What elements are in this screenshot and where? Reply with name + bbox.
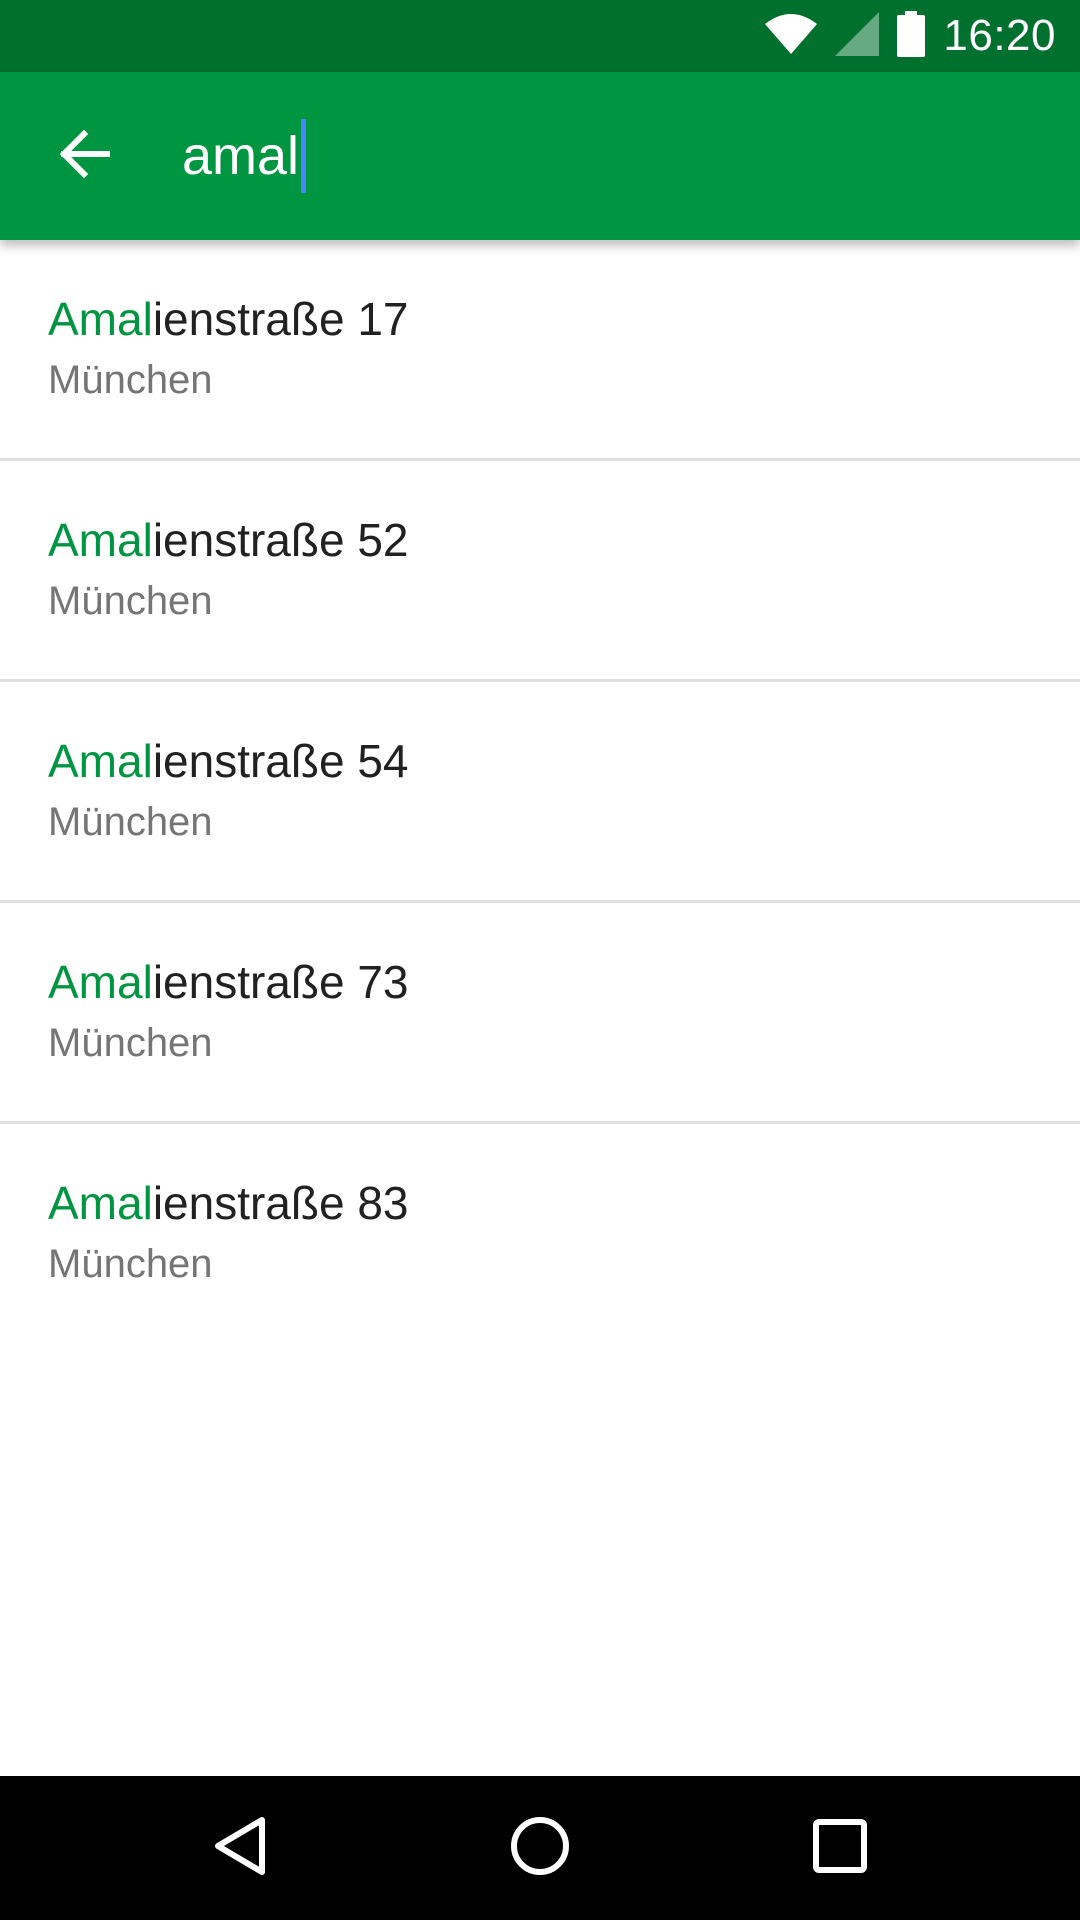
status-bar: 16:20 — [0, 0, 1080, 72]
navigation-bar — [0, 1776, 1080, 1920]
result-city: München — [48, 579, 213, 623]
results-list: Amalienstraße 17 München Amalienstraße 5… — [0, 240, 1080, 1342]
result-title: Amalienstraße 83 — [48, 1176, 409, 1230]
nav-recents-button[interactable] — [790, 1798, 890, 1898]
result-city: München — [48, 1242, 213, 1286]
recents-square-icon — [812, 1818, 868, 1879]
result-title: Amalienstraße 73 — [48, 955, 409, 1009]
search-app-bar: amal — [0, 72, 1080, 240]
search-query-text[interactable]: amal — [182, 129, 299, 183]
list-item[interactable]: Amalienstraße 54 München — [0, 682, 1080, 903]
list-item[interactable]: Amalienstraße 17 München — [0, 240, 1080, 461]
cell-signal-icon — [835, 11, 880, 61]
home-circle-icon — [510, 1816, 570, 1881]
wifi-icon — [765, 13, 818, 59]
result-title-match: Amal — [48, 735, 153, 787]
result-title-rest: ienstraße 17 — [152, 293, 409, 345]
result-title: Amalienstraße 52 — [48, 513, 409, 567]
list-item[interactable]: Amalienstraße 83 München — [0, 1124, 1080, 1342]
battery-icon — [897, 10, 926, 62]
result-title: Amalienstraße 54 — [48, 734, 409, 788]
text-caret — [301, 119, 307, 193]
status-icons: 16:20 — [765, 0, 1056, 72]
result-title-rest: ienstraße 73 — [152, 956, 409, 1008]
list-item[interactable]: Amalienstraße 73 München — [0, 903, 1080, 1124]
search-input[interactable]: amal — [182, 108, 307, 204]
result-title-rest: ienstraße 54 — [152, 735, 409, 787]
result-title: Amalienstraße 17 — [48, 292, 409, 346]
result-title-rest: ienstraße 52 — [152, 514, 409, 566]
result-city: München — [48, 358, 213, 402]
nav-back-button[interactable] — [190, 1798, 290, 1898]
result-city: München — [48, 800, 213, 844]
result-title-match: Amal — [48, 293, 153, 345]
result-title-match: Amal — [48, 1177, 153, 1229]
result-title-rest: ienstraße 83 — [152, 1177, 409, 1229]
back-triangle-icon — [212, 1816, 268, 1881]
status-time: 16:20 — [943, 11, 1056, 60]
result-city: München — [48, 1021, 213, 1065]
screen: 16:20 amal Amalienstraße 17 München Amal… — [0, 0, 1080, 1920]
nav-home-button[interactable] — [490, 1798, 590, 1898]
list-item[interactable]: Amalienstraße 52 München — [0, 461, 1080, 682]
back-button[interactable] — [36, 108, 132, 204]
arrow-back-icon — [58, 129, 111, 183]
result-title-match: Amal — [48, 956, 153, 1008]
result-title-match: Amal — [48, 514, 153, 566]
